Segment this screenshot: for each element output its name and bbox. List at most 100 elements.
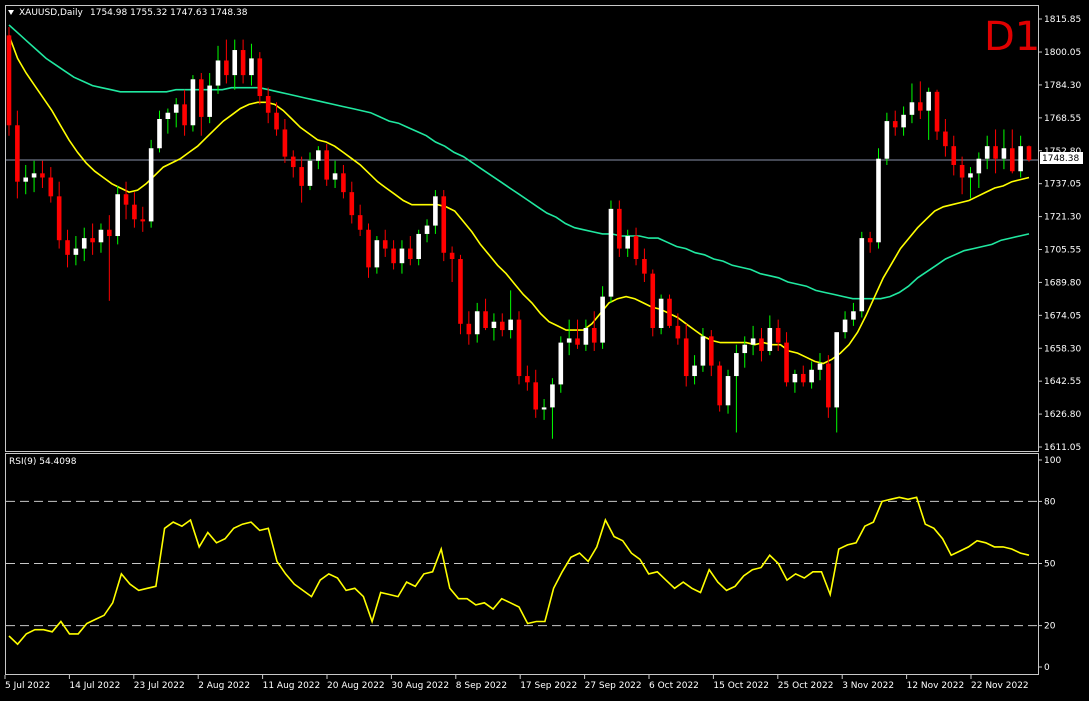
chart-background: [0, 0, 1089, 697]
rsi-tick-label: 0: [1044, 663, 1050, 673]
candle-body: [683, 338, 689, 377]
candle-body: [282, 129, 288, 157]
candle-body: [993, 146, 998, 159]
date-tick-label: 27 Sep 2022: [585, 681, 642, 691]
candle-body: [876, 158, 881, 243]
candle-body: [458, 259, 463, 324]
candle-body: [633, 236, 639, 260]
candle-body: [115, 194, 120, 237]
price-tick-label: 1737.05: [1044, 180, 1081, 190]
date-tick-label: 15 Oct 2022: [713, 681, 769, 691]
candle-body: [650, 273, 656, 328]
candle-body: [382, 240, 388, 249]
candle-body: [558, 342, 564, 385]
candle-body: [290, 156, 296, 168]
date-tick-label: 8 Sep 2022: [456, 681, 507, 691]
candle-body: [466, 323, 472, 335]
candle-body: [81, 238, 87, 249]
candle-body: [700, 336, 706, 366]
candle-body: [675, 325, 681, 339]
date-tick-label: 23 Jul 2022: [134, 681, 185, 691]
candle-body: [725, 376, 731, 406]
chart-window[interactable]: 1815.85 1800.05 1784.30 1768.55 1752.80 1737.…: [0, 0, 1089, 697]
chart-canvas[interactable]: 1815.851800.051784.301768.551752.801737.…: [0, 0, 1089, 697]
candle-body: [374, 240, 380, 268]
candle-body: [366, 229, 371, 268]
price-tick-label: 1721.30: [1044, 213, 1081, 223]
candle-body: [1001, 148, 1007, 159]
candle-body: [15, 125, 20, 182]
price-tick-label: 1658.30: [1044, 344, 1081, 354]
candle-body: [165, 112, 171, 119]
candle-body: [533, 382, 539, 410]
candle-body: [190, 79, 196, 126]
candle-body: [107, 229, 112, 237]
date-tick-label: 14 Jul 2022: [69, 681, 120, 691]
price-tick-label: 1768.55: [1044, 114, 1081, 124]
candle-body: [433, 196, 438, 226]
price-tick-label: 1642.55: [1044, 377, 1081, 387]
candle-body: [784, 342, 789, 383]
candle-body: [826, 363, 831, 408]
candle-body: [1018, 146, 1023, 172]
candle-body: [23, 177, 29, 182]
price-tick-label: 1611.05: [1044, 443, 1081, 453]
candle-body: [1026, 146, 1032, 161]
candle-body: [951, 146, 957, 165]
date-tick-label: 11 Aug 2022: [263, 681, 321, 691]
candle-body: [892, 121, 898, 128]
candle-body: [316, 150, 321, 161]
candle-body: [224, 60, 229, 76]
candle-body: [257, 58, 263, 97]
candle-body: [943, 131, 948, 147]
candle-body: [40, 173, 45, 178]
candle-body: [508, 319, 513, 331]
candle-body: [842, 319, 848, 333]
candle-body: [132, 204, 137, 220]
candle-body: [6, 35, 12, 126]
candle-body: [449, 252, 455, 260]
candle-body: [884, 121, 890, 159]
candle-body: [834, 332, 840, 408]
candle-body: [31, 173, 37, 178]
candle-body: [708, 336, 714, 366]
date-tick-label: 12 Nov 2022: [907, 681, 965, 691]
candle-body: [583, 327, 589, 345]
date-tick-label: 30 Aug 2022: [391, 681, 449, 691]
candle-body: [926, 91, 931, 111]
candle-body: [491, 321, 497, 328]
candle-body: [792, 373, 798, 383]
candle-body: [600, 296, 605, 343]
date-tick-label: 5 Jul 2022: [5, 681, 50, 691]
candle-body: [909, 102, 915, 115]
candle-body: [918, 102, 923, 111]
candle-body: [98, 229, 104, 243]
price-tick-label: 1784.30: [1044, 81, 1081, 91]
rsi-tick-label: 80: [1044, 497, 1056, 507]
chart-symbol-title: XAUUSD,Daily: [19, 8, 83, 18]
candle-body: [249, 58, 254, 76]
candle-body: [73, 248, 79, 255]
candle-body: [959, 164, 965, 178]
candle-body: [734, 353, 739, 377]
rsi-tick-label: 100: [1044, 456, 1061, 466]
candle-body: [408, 248, 413, 260]
candle-body: [608, 208, 614, 297]
candle-body: [274, 112, 279, 130]
candle-body: [65, 240, 70, 255]
candle-body: [474, 311, 480, 335]
rsi-tick-label: 50: [1044, 560, 1056, 570]
candle-body: [324, 150, 330, 180]
candle-body: [800, 373, 806, 383]
candle-body: [717, 365, 722, 406]
candle-body: [173, 104, 179, 113]
candle-body: [1009, 148, 1015, 172]
candle-body: [667, 298, 672, 326]
rsi-title: RSI(9) 54.4098: [9, 457, 77, 467]
candle-body: [934, 91, 940, 132]
candle-body: [809, 369, 814, 383]
candle-body: [775, 327, 781, 343]
candle-body: [207, 85, 212, 117]
candle-body: [591, 327, 597, 343]
date-tick-label: 20 Aug 2022: [327, 681, 385, 691]
